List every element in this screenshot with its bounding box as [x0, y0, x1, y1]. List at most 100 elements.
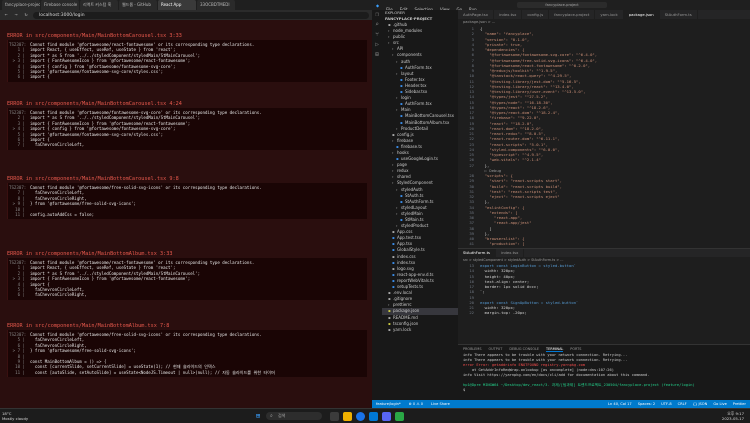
editor-tab[interactable]: index.tsx	[496, 249, 525, 257]
code-text: "@types/react": "^18.2.6",	[480, 104, 551, 110]
panel-tab[interactable]: PROBLEMS	[463, 347, 482, 351]
status-item[interactable]: CRLF	[678, 402, 687, 406]
tree-item-label: styledLayout	[401, 204, 427, 210]
editor-tab[interactable]: AuthPage.tsx	[458, 10, 495, 19]
terminal-output[interactable]: info There appears to be trouble with yo…	[458, 353, 750, 393]
tree-item-label: package.json	[393, 308, 420, 314]
status-item[interactable]: {} JSON	[693, 402, 708, 406]
command-center-search[interactable]: fancyplace-project	[517, 2, 607, 8]
discord-icon[interactable]	[382, 412, 391, 421]
line-text: faChevronCircleLeft,	[30, 286, 85, 292]
panel-tab[interactable]: TERMINAL	[546, 347, 564, 352]
tree-item-label: redux	[397, 168, 409, 174]
code-text: "@testing-library/jest-dom": "^5.16.5",	[480, 78, 581, 84]
status-right: Ln 40, Col 17 Spaces: 2 UTF-8 CRLF {} JSON Go…	[608, 402, 746, 406]
line-number: 6 |	[17, 292, 25, 298]
browser-tab[interactable]: 33OCBDTMEDI	[197, 0, 235, 10]
code-text: {	[480, 26, 483, 31]
editor-tab[interactable]: fancyplace-project	[549, 10, 596, 19]
code-text: "react-dom": "^18.2.0",	[480, 125, 544, 131]
explorer-sidebar: EXPLORER FANCYPLACE-PROJECT ▪ .github › nod…	[382, 10, 458, 400]
weather-widget[interactable]: 18°C Mostly cloudy	[2, 411, 28, 421]
tree-item[interactable]: ▪ yarn.lock	[382, 327, 458, 333]
code-text: },	[480, 162, 490, 168]
code-text: },	[480, 199, 490, 205]
code-text: width: 320px;	[480, 305, 516, 310]
code-text: "version": "0.1.0",	[480, 36, 530, 42]
browser-tab[interactable]: 웹드롭 - GitHub	[119, 0, 157, 10]
error-block: ERROR in src/components/Main/MainBottomA…	[7, 322, 367, 378]
line-text: import * as S from '../../styledComponen…	[30, 270, 201, 276]
browser-tab[interactable]: React App	[158, 0, 196, 10]
editor-tab[interactable]: StAuthForm.ts	[458, 249, 497, 257]
line-text: faChevronCircleLeft,	[30, 142, 85, 148]
status-item[interactable]: UTF-8	[661, 402, 671, 406]
status-item[interactable]: Go Live	[713, 402, 726, 406]
breadcrumb[interactable]: package.json > ...	[458, 19, 750, 26]
editor-tab[interactable]: StAuthForm.ts	[660, 10, 698, 19]
line-text: const [autoSlide, setAutoSlide] = useSta…	[30, 369, 275, 375]
browser-tab[interactable]: 리액트 커스텀 훅	[80, 0, 118, 10]
address-bar[interactable]: localhost:3000/login	[33, 11, 369, 19]
source-control-icon[interactable]: ⑂	[372, 30, 382, 40]
editor-tab[interactable]: yarn.lock	[595, 10, 624, 19]
line-number: 11 |	[15, 211, 25, 217]
code-text: "@reduxjs/toolkit": "^1.9.5",	[480, 68, 558, 73]
back-icon[interactable]: ←	[3, 12, 9, 18]
taskbar-search[interactable]: ⌕ 검색	[266, 412, 322, 420]
terminal-line: $	[463, 388, 468, 392]
task-view-icon[interactable]	[330, 412, 339, 421]
browser-tab[interactable]: fancyplace-project	[2, 0, 40, 10]
code-text: "private": true,	[480, 41, 523, 47]
code-text: "name": "fancyplace",	[480, 31, 534, 37]
explorer-icon[interactable]: ❐	[372, 10, 382, 20]
extensions-icon[interactable]: ⊞	[372, 50, 382, 60]
file-explorer-icon[interactable]	[343, 412, 352, 421]
chrome-icon[interactable]	[356, 412, 365, 421]
status-item[interactable]: Live Share	[431, 402, 450, 406]
reload-icon[interactable]: ↻	[23, 12, 29, 18]
panel-tab[interactable]: DEBUG CONSOLE	[509, 347, 539, 351]
start-menu-icon[interactable]: ⊞	[254, 412, 262, 420]
terminal-panel: PROBLEMS OUTPUT DEBUG CONSOLE TERMINAL PORTS…	[458, 344, 750, 400]
line-number: 7 |	[17, 142, 25, 148]
tree-item-label: StAuthForm.ts	[405, 198, 434, 204]
line-text: const MainBottomAlbum = () => {	[30, 358, 107, 364]
line-text: import {	[30, 281, 50, 287]
code-text: ]	[480, 225, 492, 231]
browser-tab[interactable]: Firebase console	[41, 0, 79, 10]
code-text: export const SignUpButton = styled.butto…	[480, 299, 579, 305]
kakaotalk-icon[interactable]	[395, 412, 404, 421]
run-debug-icon[interactable]: ▷	[372, 40, 382, 50]
line-text: import { FontAwesomeIcon } from '@fortaw…	[30, 58, 191, 64]
status-item[interactable]: Ln 40, Col 17	[608, 402, 632, 406]
system-tray-clock[interactable]: 오후 9:17 2023-05-17	[722, 411, 744, 421]
styled-code[interactable]: 13 export const LoginButton = styled.butt…	[458, 263, 750, 316]
line-text: faChevronCircleRight,	[30, 292, 87, 298]
editor-tab[interactable]: package.json	[623, 10, 660, 19]
code-text: "@fortawesome/react-fontawesome": "^0.2.…	[480, 62, 591, 68]
editor-tab[interactable]: index.tsx	[494, 10, 523, 19]
line-text: import React, { useEffect, useRef, useSt…	[30, 265, 176, 271]
tree-item-label: StyledComponent	[397, 180, 433, 186]
package-json-code[interactable]: 1{2 "name": "fancyplace", 3 "version": "0…	[458, 26, 750, 248]
editor-tab[interactable]: config.js	[522, 10, 550, 19]
code-text: "@tanstack/react-query": "^4.29.5",	[480, 73, 572, 79]
code-line: 22 margin-top: -20px;	[460, 310, 750, 315]
code-text: export const LoginButton = styled.button…	[480, 263, 577, 268]
line-text: import {	[30, 136, 50, 142]
error-overlay: ERROR in src/components/Main/MainBottomC…	[0, 20, 372, 408]
status-item[interactable]: Spaces: 2	[638, 402, 655, 406]
code-text: "@types/node": "^16.18.30",	[480, 99, 553, 105]
forward-icon[interactable]: →	[13, 12, 19, 18]
code-text: "react": "^18.2.0",	[480, 120, 534, 126]
panel-tab[interactable]: OUTPUT	[489, 347, 503, 351]
error-title: ERROR in src/components/Main/MainBottomA…	[7, 251, 173, 257]
status-item[interactable]: ⊗ 0 ⚠ 0	[409, 402, 423, 406]
status-item[interactable]: feature/login*	[376, 402, 401, 406]
vscode-taskbar-icon[interactable]	[369, 412, 378, 421]
search-icon[interactable]: ⌕	[372, 20, 382, 30]
code-text: width: 320px;	[480, 268, 516, 274]
panel-tab[interactable]: PORTS	[570, 347, 581, 351]
status-item[interactable]: Prettier	[733, 402, 746, 406]
